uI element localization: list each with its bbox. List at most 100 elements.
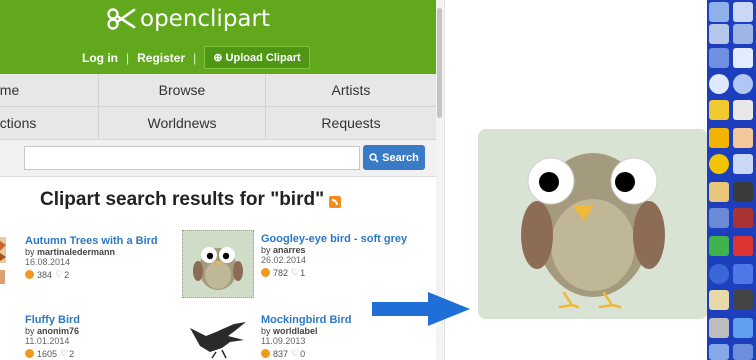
tool-icon[interactable] [709, 264, 729, 284]
nav-label: ections [0, 115, 37, 131]
result-stats: 782 ♡ 1 [261, 267, 421, 278]
separator: | [126, 50, 130, 65]
tool-icon[interactable] [733, 154, 753, 174]
tool-icon[interactable] [709, 154, 729, 174]
result-date: 26.02.2014 [261, 255, 307, 265]
autumn-trees-thumbnail[interactable] [0, 237, 8, 263]
login-link[interactable]: Log in [82, 51, 118, 65]
arrow-right-icon [372, 292, 470, 326]
result-stats: 1605 ♡ 2 [25, 348, 185, 359]
tool-icon[interactable] [709, 100, 729, 120]
nav-requests[interactable]: Requests [266, 107, 436, 139]
heart-icon[interactable]: ♡ [291, 348, 299, 359]
upload-clipart-button[interactable]: ⊕ Upload Clipart [204, 46, 310, 69]
tool-icon[interactable] [709, 2, 729, 22]
tool-icon[interactable] [733, 182, 753, 202]
tool-icon[interactable] [733, 2, 753, 22]
autumn-trees-thumbnail[interactable] [0, 268, 8, 286]
result-item: Autumn Trees with a Bird by martinaleder… [25, 235, 185, 280]
nav-label: Artists [331, 82, 371, 98]
nav-label: Requests [321, 115, 381, 131]
tool-icon[interactable] [733, 48, 753, 68]
search-icon [369, 152, 379, 163]
download-count: 782 [273, 267, 289, 278]
result-author: by martinaledermann [25, 247, 185, 257]
site-header: openclipart Log in | Register | ⊕ Upload… [0, 0, 436, 74]
tool-icon[interactable] [709, 74, 729, 94]
mockingbird-thumbnail[interactable] [186, 318, 252, 360]
author-link[interactable]: martinaledermann [37, 247, 115, 257]
download-count-icon [261, 349, 270, 358]
tool-icon[interactable] [733, 344, 753, 360]
nav-worldnews[interactable]: Worldnews [99, 107, 266, 139]
result-author: by anarres [261, 245, 421, 255]
search-input[interactable] [24, 146, 360, 170]
tool-icon[interactable] [733, 208, 753, 228]
tool-palette [707, 0, 756, 360]
results-heading-text: Clipart search results for "bird" [40, 189, 325, 210]
tool-icon[interactable] [733, 24, 753, 44]
tool-icon[interactable] [709, 24, 729, 44]
tool-icon[interactable] [709, 128, 729, 148]
tool-icon[interactable] [733, 74, 753, 94]
tool-icon[interactable] [733, 128, 753, 148]
author-link[interactable]: worldlabel [273, 326, 318, 336]
tool-icon[interactable] [733, 290, 753, 310]
favorite-count: 2 [64, 269, 70, 280]
heart-icon[interactable]: ♡ [60, 348, 68, 359]
tool-icon[interactable] [709, 182, 729, 202]
tool-icon[interactable] [709, 48, 729, 68]
nav-home[interactable]: ome [0, 74, 99, 106]
search-bar: Search [0, 140, 436, 177]
rss-icon[interactable] [329, 196, 342, 208]
googley-bird-thumbnail[interactable] [182, 230, 254, 298]
result-date: 16.08.2014 [25, 257, 71, 267]
bird-image [193, 247, 243, 290]
tool-icon[interactable] [709, 236, 729, 256]
author-link[interactable]: anonim76 [37, 326, 79, 336]
download-count-icon [25, 349, 34, 358]
download-count: 837 [273, 348, 289, 359]
favorite-count: 0 [300, 348, 306, 359]
nav-label: Worldnews [147, 115, 217, 131]
tool-icon[interactable] [733, 236, 753, 256]
site-logo[interactable]: openclipart [106, 6, 270, 32]
by-label: by [261, 245, 271, 255]
brand-name: openclipart [140, 6, 270, 32]
nav-artists[interactable]: Artists [266, 74, 436, 106]
favorite-count: 2 [69, 348, 75, 359]
tool-icon[interactable] [733, 264, 753, 284]
nav-row: ections Worldnews Requests [0, 107, 436, 140]
result-stats: 384 ♡ 2 [25, 269, 185, 280]
nav-collections[interactable]: ections [0, 107, 99, 139]
search-button-label: Search [382, 151, 419, 164]
register-link[interactable]: Register [137, 51, 185, 65]
main-nav: ome Browse Artists ections Worldnews Req… [0, 74, 436, 140]
tool-icon[interactable] [733, 318, 753, 338]
tool-icon[interactable] [709, 318, 729, 338]
nav-label: Browse [158, 82, 206, 98]
scrollbar-thumb[interactable] [437, 8, 442, 118]
results-heading: Clipart search results for "bird" [40, 189, 342, 211]
by-label: by [25, 247, 35, 257]
tool-icon[interactable] [709, 290, 729, 310]
by-label: by [261, 326, 271, 336]
search-button[interactable]: Search [363, 145, 425, 170]
tool-icon[interactable] [733, 100, 753, 120]
separator: | [193, 50, 197, 65]
tool-icon[interactable] [709, 344, 729, 360]
result-item: Googley-eye bird - soft grey by anarres … [261, 233, 421, 278]
result-title-link[interactable]: Googley-eye bird - soft grey [261, 233, 421, 245]
download-count-icon [261, 268, 270, 277]
scissors-icon [107, 8, 136, 30]
result-date: 11.01.2014 [25, 336, 70, 346]
result-title-link[interactable]: Fluffy Bird [25, 314, 185, 326]
heart-icon[interactable]: ♡ [291, 267, 299, 278]
author-link[interactable]: anarres [273, 245, 306, 255]
nav-browse[interactable]: Browse [99, 74, 266, 106]
heart-icon[interactable]: ♡ [55, 269, 63, 280]
result-title-link[interactable]: Autumn Trees with a Bird [25, 235, 185, 247]
auth-links: Log in | Register | ⊕ Upload Clipart [82, 46, 310, 69]
enlarged-bird-preview [478, 129, 708, 319]
tool-icon[interactable] [709, 208, 729, 228]
